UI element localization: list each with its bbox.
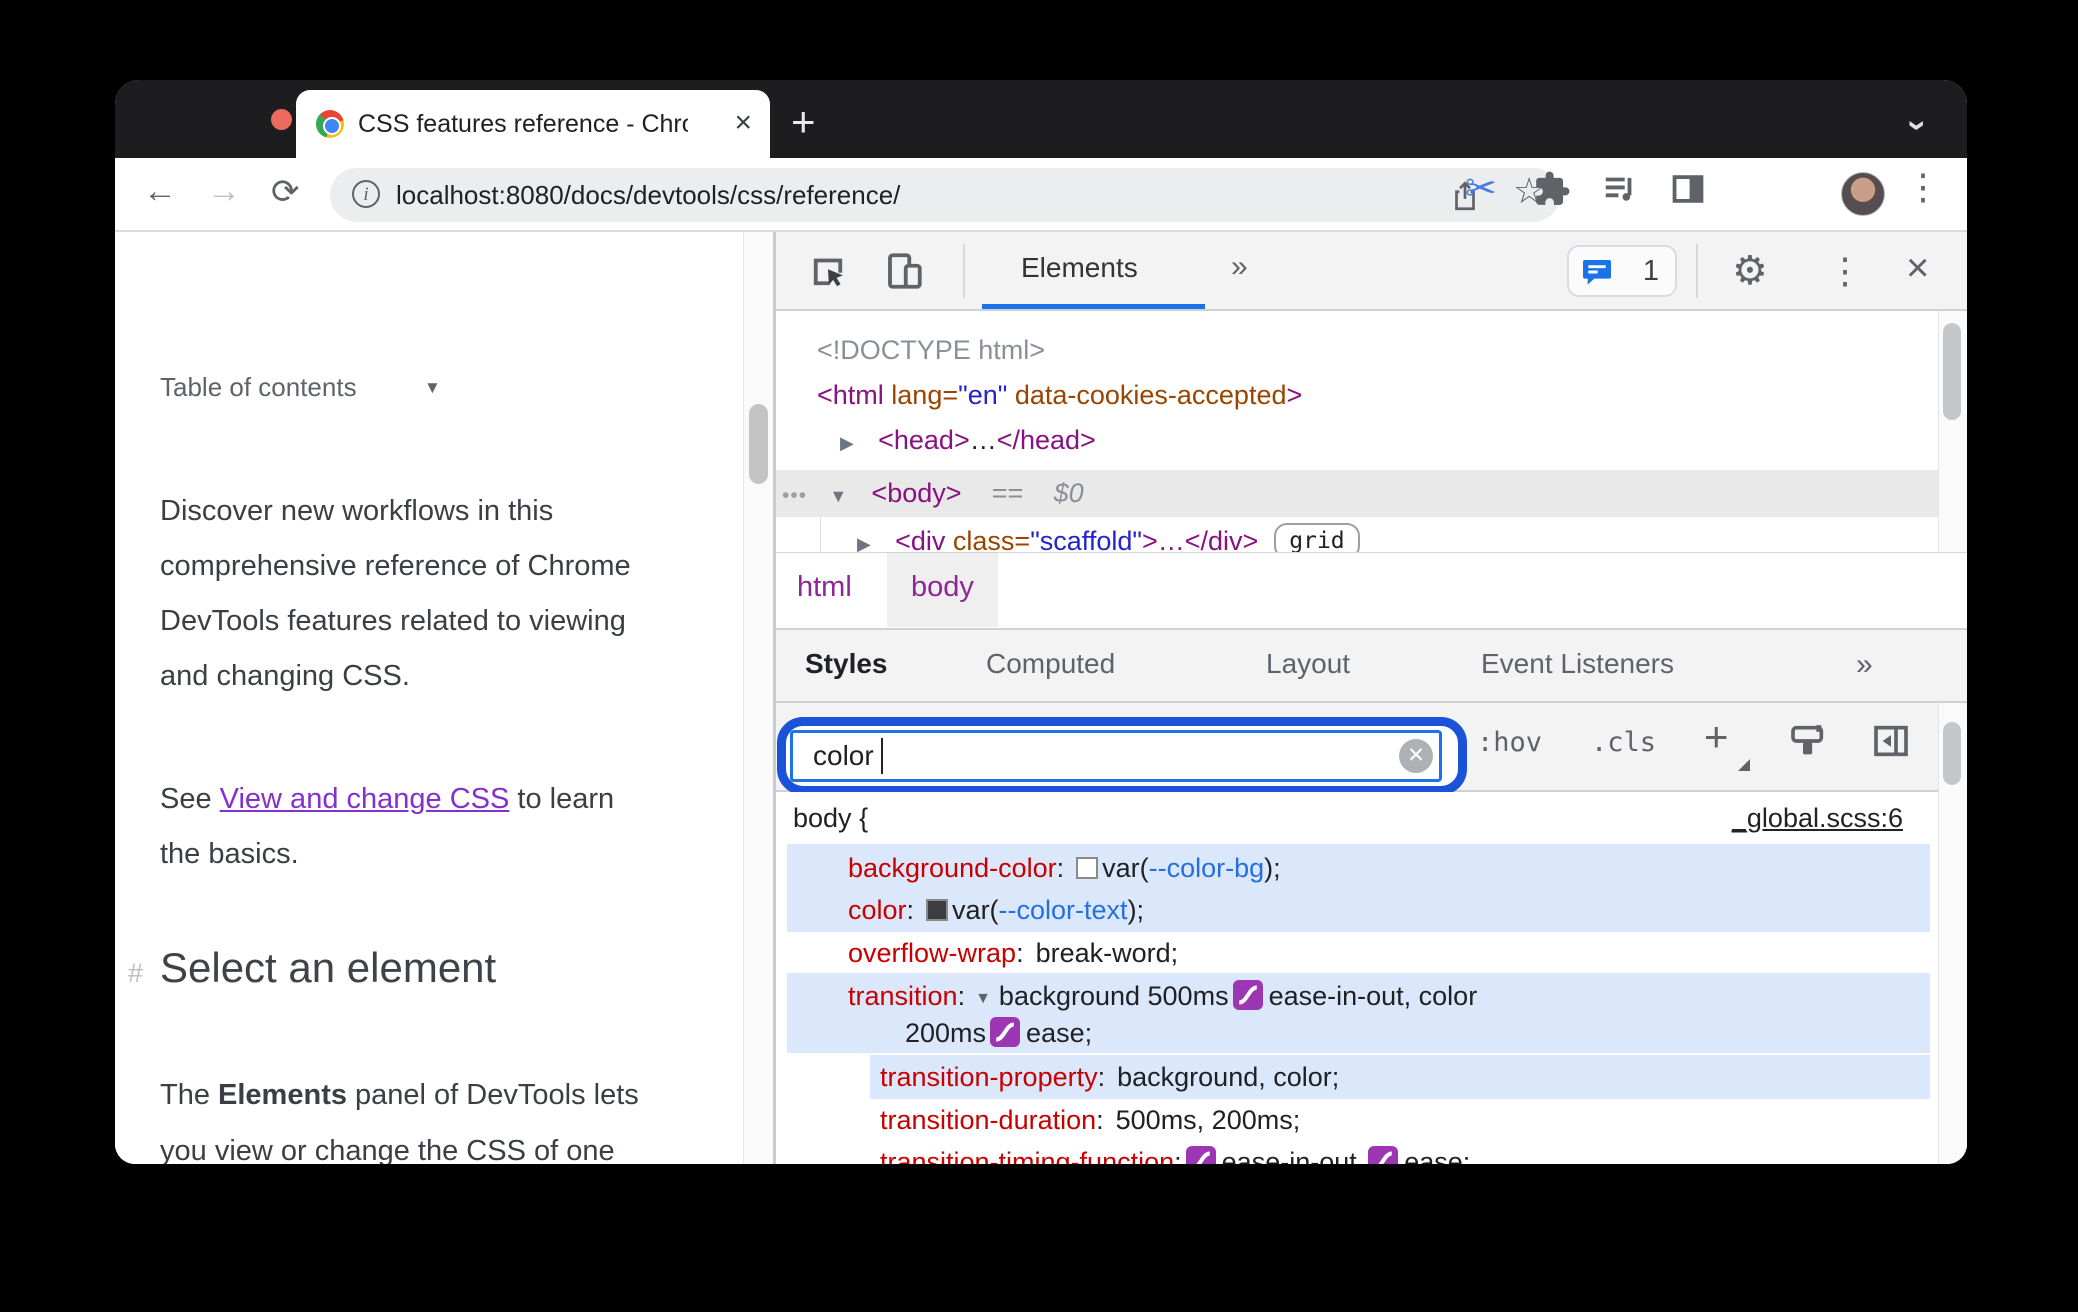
styles-pane-scrollbar[interactable] <box>1938 703 1967 1164</box>
close-window-button[interactable] <box>271 109 292 130</box>
playlist-extension-icon[interactable] <box>1601 170 1647 216</box>
breadcrumb-body[interactable]: body <box>887 553 998 627</box>
bezier-editor-icon[interactable] <box>1368 1146 1399 1164</box>
tab-close-icon[interactable]: × <box>734 106 752 140</box>
styles-filter-input[interactable] <box>790 730 1442 782</box>
table-of-contents-toggle[interactable]: Table of contents <box>160 372 357 403</box>
issues-bubble-icon <box>1581 257 1613 287</box>
browser-tab[interactable]: CSS features reference - Chrom × <box>296 90 770 158</box>
see-also-paragraph: See View and change CSS to learn the bas… <box>160 783 615 870</box>
styles-filter-row: ✕ :hov .cls + <box>776 703 1967 795</box>
chrome-logo-icon <box>316 110 344 138</box>
collapse-arrow-icon[interactable]: ▼ <box>829 486 847 506</box>
expand-arrow-icon[interactable]: ▶ <box>857 534 871 554</box>
settings-gear-icon[interactable]: ⚙ <box>1732 248 1768 294</box>
issues-button[interactable]: 1 <box>1567 245 1677 297</box>
devtools-panel: Elements » 1 ⚙ ⋮ × <!DOCTYPE html> <html… <box>776 232 1967 1164</box>
section-heading: Select an element <box>160 944 497 991</box>
extensions-puzzle-icon[interactable] <box>1533 170 1579 216</box>
filter-highlight-ring: ✕ <box>777 717 1467 795</box>
page-content: Table of contents ▼ Discover new workflo… <box>115 232 773 1164</box>
breadcrumb-html[interactable]: html <box>797 571 852 604</box>
issues-count: 1 <box>1642 255 1659 287</box>
view-and-change-css-link[interactable]: View and change CSS <box>220 783 510 815</box>
toc-dropdown-icon[interactable]: ▼ <box>424 378 441 398</box>
devtools-toolbar: Elements » 1 ⚙ ⋮ × <box>776 232 1967 311</box>
dom-node-head[interactable]: ▶ <head>…</head> <box>776 418 1938 463</box>
css-declaration-transition-duration[interactable]: transition-duration: 500ms, 200ms; <box>880 1098 1300 1142</box>
device-toolbar-icon[interactable] <box>883 250 925 292</box>
color-swatch[interactable] <box>926 899 949 921</box>
expand-arrow-icon[interactable]: ▶ <box>840 433 854 453</box>
toolbar-divider <box>1696 244 1698 298</box>
toggle-pseudo-class-button[interactable]: :hov <box>1477 727 1542 758</box>
new-tab-button[interactable]: + <box>791 98 816 146</box>
page-vertical-scrollbar-thumb[interactable] <box>749 404 768 484</box>
back-icon[interactable]: ← <box>143 172 177 211</box>
css-declaration-transition-property[interactable]: transition-property: background, color; <box>880 1055 1339 1099</box>
side-panel-icon[interactable] <box>1669 170 1715 216</box>
titlebar: CSS features reference - Chrom × + › <box>115 80 1967 158</box>
css-declaration-color[interactable]: color: var(--color-text); <box>848 888 1144 932</box>
tab-event-listeners[interactable]: Event Listeners <box>1481 648 1674 680</box>
inspect-element-icon[interactable] <box>807 250 849 292</box>
intro-paragraph: Discover new workflows in this comprehen… <box>160 495 631 692</box>
browser-window: CSS features reference - Chrom × + › ← →… <box>115 80 1967 1164</box>
address-bar: ← → ⟳ i localhost:8080/docs/devtools/css… <box>115 158 1967 232</box>
reload-icon[interactable]: ⟳ <box>271 172 300 212</box>
active-tab-underline <box>982 304 1205 309</box>
toggle-class-button[interactable]: .cls <box>1591 727 1656 758</box>
profile-avatar[interactable] <box>1841 172 1885 216</box>
computed-styles-sidebar-icon[interactable] <box>1871 721 1911 761</box>
scissors-extension-icon[interactable]: ✂ <box>1465 166 1511 212</box>
bezier-editor-icon[interactable] <box>990 1017 1021 1047</box>
devtools-menu-icon[interactable]: ⋮ <box>1827 250 1863 292</box>
css-declaration-transition-timing-function[interactable]: transition-timing-function: ease-in-out, e… <box>880 1140 1470 1164</box>
elements-paragraph: The Elements panel of DevTools lets you … <box>160 1079 639 1164</box>
stylesheet-source-link[interactable]: _global.scss:6 <box>1732 796 1903 840</box>
forward-icon[interactable]: → <box>207 172 241 211</box>
css-declaration-overflow-wrap[interactable]: overflow-wrap: break-word; <box>848 931 1178 975</box>
tab-computed[interactable]: Computed <box>986 648 1115 680</box>
more-sidebar-tabs-icon[interactable]: » <box>1856 648 1873 682</box>
more-tabs-icon[interactable]: » <box>1231 250 1248 284</box>
text-caret <box>881 738 883 774</box>
toolbar-divider <box>963 244 965 298</box>
devtools-close-icon[interactable]: × <box>1906 246 1929 291</box>
dom-node-html[interactable]: <html lang="en" data-cookies-accepted> <box>776 373 1938 418</box>
styles-pane: body { _global.scss:6 background-color: v… <box>776 792 1938 1164</box>
bezier-editor-icon[interactable] <box>1185 1146 1216 1164</box>
dom-breadcrumbs: html body <box>776 552 1967 630</box>
new-style-rule-dropdown-icon[interactable] <box>1738 759 1750 771</box>
css-declaration-background-color[interactable]: background-color: var(--color-bg); <box>848 846 1281 890</box>
dom-tree-scrollbar-thumb[interactable] <box>1943 323 1961 420</box>
url-text: localhost:8080/docs/devtools/css/referen… <box>396 180 901 210</box>
heading-anchor-hash[interactable]: # <box>128 958 143 989</box>
expand-shorthand-icon[interactable]: ▼ <box>975 990 991 1007</box>
tab-title: CSS features reference - Chrom <box>358 110 688 138</box>
bezier-editor-icon[interactable] <box>1232 980 1263 1010</box>
css-rule-selector[interactable]: body { <box>793 796 868 840</box>
css-declaration-transition-wrap[interactable]: 200ms ease; <box>905 1011 1092 1055</box>
tab-elements[interactable]: Elements <box>1021 252 1138 284</box>
dom-node-doctype[interactable]: <!DOCTYPE html> <box>776 328 1938 373</box>
clear-filter-icon[interactable]: ✕ <box>1399 739 1433 773</box>
tab-layout[interactable]: Layout <box>1266 648 1350 680</box>
dom-tree-scrollbar[interactable] <box>1938 311 1967 552</box>
browser-menu-icon[interactable]: ⋮ <box>1905 166 1951 212</box>
sidebar-tabs: Styles Computed Layout Event Listeners » <box>776 630 1967 703</box>
dom-node-body-selected[interactable]: ••• ▼ <body> == $0 <box>776 470 1938 517</box>
new-style-rule-icon[interactable]: + <box>1704 713 1729 761</box>
page-vertical-scrollbar[interactable] <box>743 232 773 1164</box>
site-info-icon[interactable]: i <box>352 180 380 208</box>
tab-search-chevron-icon[interactable]: › <box>1898 120 1937 131</box>
content-area: Table of contents ▼ Discover new workflo… <box>115 232 1967 1164</box>
dom-gutter-dots-icon[interactable]: ••• <box>782 484 807 507</box>
color-swatch[interactable] <box>1076 857 1099 879</box>
tab-styles[interactable]: Styles <box>805 648 888 680</box>
styles-pane-scrollbar-thumb[interactable] <box>1943 722 1961 785</box>
rendering-emulation-icon[interactable] <box>1788 721 1828 761</box>
url-omnibox[interactable]: i localhost:8080/docs/devtools/css/refer… <box>330 168 1560 222</box>
